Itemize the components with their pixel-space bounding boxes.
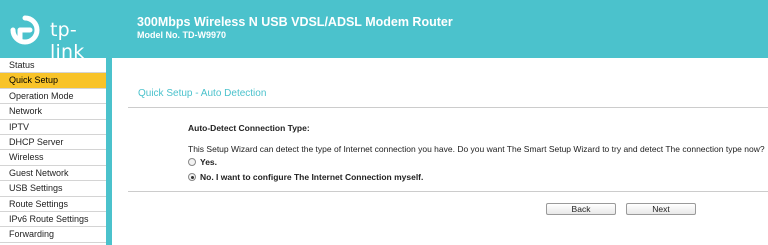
model-number: Model No. TD-W9970 (137, 30, 227, 40)
page-title: Quick Setup - Auto Detection (138, 88, 267, 99)
option-yes[interactable]: Yes. (188, 157, 217, 167)
sidebar-item-network[interactable]: Network (0, 104, 106, 120)
sidebar-item-wireless[interactable]: Wireless (0, 150, 106, 166)
title-divider (128, 107, 768, 108)
option-yes-label: Yes. (200, 157, 218, 167)
sidebar-item-iptv[interactable]: IPTV (0, 119, 106, 135)
option-no[interactable]: No. I want to configure The Internet Con… (188, 172, 423, 182)
tp-link-logo: tp-link (10, 14, 106, 63)
back-button[interactable]: Back (546, 203, 616, 215)
sidebar-item-forwarding[interactable]: Forwarding (0, 227, 106, 243)
sidebar-item-dhcp-server[interactable]: DHCP Server (0, 134, 106, 151)
tp-link-logo-icon (10, 15, 40, 45)
device-title: 300Mbps Wireless N USB VDSL/ADSL Modem R… (137, 15, 453, 29)
brand-name: tp-link (50, 19, 85, 63)
header-bar: tp-link 300Mbps Wireless N USB VDSL/ADSL… (0, 0, 768, 63)
section-heading: Auto-Detect Connection Type: (188, 123, 310, 133)
sidebar-item-route-settings[interactable]: Route Settings (0, 196, 106, 212)
bottom-divider (128, 191, 768, 192)
sidebar-item-operation-mode[interactable]: Operation Mode (0, 88, 106, 105)
sidebar-item-status[interactable]: Status (0, 58, 106, 74)
sidebar-item-ipv6-route-settings[interactable]: IPv6 Route Settings (0, 211, 106, 228)
main-content: Quick Setup - Auto Detection Auto-Detect… (112, 58, 768, 245)
sidebar-menu: Status Quick Setup Operation Mode Networ… (0, 58, 106, 245)
sidebar-item-usb-settings[interactable]: USB Settings (0, 181, 106, 197)
sidebar-item-quick-setup[interactable]: Quick Setup (0, 73, 106, 89)
radio-yes[interactable] (188, 158, 196, 166)
option-no-label: No. I want to configure The Internet Con… (200, 172, 424, 182)
sidebar-item-guest-network[interactable]: Guest Network (0, 165, 106, 182)
next-button[interactable]: Next (626, 203, 696, 215)
radio-no[interactable] (188, 173, 196, 181)
wizard-description: This Setup Wizard can detect the type of… (188, 144, 765, 154)
